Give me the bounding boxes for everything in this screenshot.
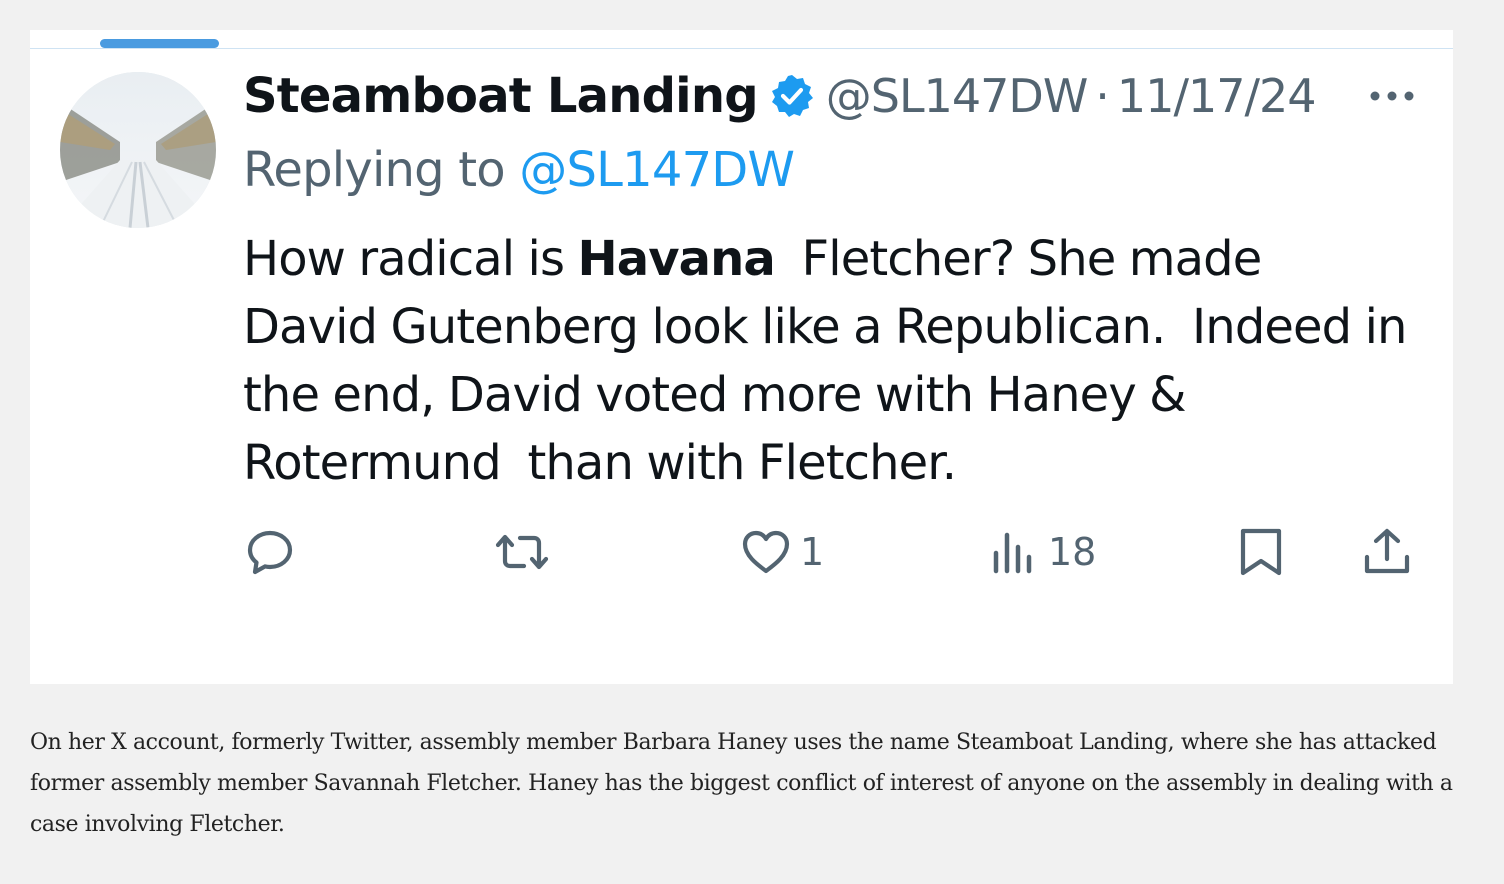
image-caption: On her X account, formerly Twitter, asse… [30,730,1453,837]
tweet-card: Steamboat Landing @SL147DW · 11/17/24 Re… [30,30,1453,684]
bookmark-icon [1240,528,1282,576]
views-button[interactable]: 18 [990,527,1096,577]
views-count: 18 [1048,530,1097,574]
tweet-line-4: Rotermund than with Fletcher. [243,435,957,491]
retweet-button[interactable] [492,527,552,577]
active-tab-indicator [100,39,219,48]
tweet-line-1-post: Fletcher? She made [774,231,1263,287]
user-handle[interactable]: @SL147DW [826,69,1089,123]
tweet-line-1-pre: How radical is [243,231,578,287]
bookmark-button[interactable] [1236,527,1286,577]
share-button[interactable] [1362,527,1412,577]
avatar[interactable] [60,72,216,228]
more-options-icon[interactable] [1367,88,1417,102]
tweet-line-2: David Gutenberg look like a Republican. … [243,299,1407,355]
reply-icon [247,530,293,575]
tweet-text: How radical is Havana Fletcher? She made… [243,225,1443,497]
snowy-road-avatar-image [60,72,216,228]
tweet-header: Steamboat Landing @SL147DW · 11/17/24 [243,66,1317,126]
reply-button[interactable] [245,527,295,577]
replying-prefix: Replying to [243,142,520,198]
tweet-line-1-bold: Havana [577,231,775,287]
display-name[interactable]: Steamboat Landing [243,68,759,124]
replying-handle-link[interactable]: @SL147DW [519,142,795,198]
top-divider [30,48,1453,49]
tweet-line-3: the end, David voted more with Haney & [243,367,1187,423]
share-icon [1364,528,1410,574]
verified-badge-icon [768,72,816,120]
replying-to: Replying to @SL147DW [243,142,795,198]
tweet-date[interactable]: 11/17/24 [1117,69,1317,123]
retweet-icon [495,534,549,570]
separator-dot: · [1095,69,1110,123]
tweet-line-1: How radical is Havana Fletcher? She made [243,225,1443,293]
heart-icon [742,530,790,574]
views-icon [993,532,1032,574]
like-count: 1 [800,530,825,574]
like-button[interactable]: 1 [740,527,824,577]
